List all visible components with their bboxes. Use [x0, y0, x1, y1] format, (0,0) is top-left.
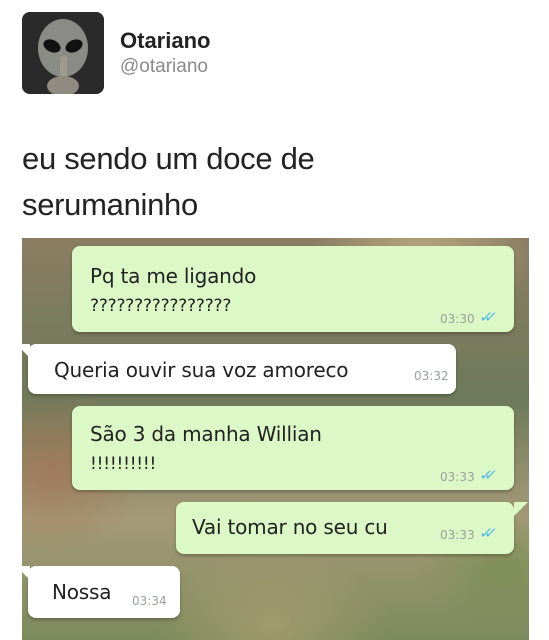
author-handle[interactable]: @otariano [120, 56, 208, 78]
read-receipt-icon: ✓✓ [478, 466, 492, 484]
bubble-tail [22, 344, 30, 358]
message-text: São 3 da manha Willian [90, 422, 322, 446]
avatar[interactable] [22, 12, 104, 94]
message-text: Queria ouvir sua voz amoreco [54, 358, 349, 382]
outgoing-message: Pq ta me ligando ???????????????? 03:30 … [72, 246, 514, 332]
tweet-text: eu sendo um doce de serumaninho [22, 136, 522, 228]
message-text: !!!!!!!!!! [90, 454, 157, 474]
tweet-text-line: serumaninho [22, 187, 198, 222]
outgoing-message: Vai tomar no seu cu 03:33 ✓✓ [176, 502, 514, 554]
tweet-header: Otariano @otariano [22, 12, 522, 96]
incoming-message: Queria ouvir sua voz amoreco 03:32 [28, 344, 456, 394]
incoming-message: Nossa 03:34 [28, 566, 180, 618]
bubble-tail [514, 502, 528, 516]
author-name[interactable]: Otariano [120, 28, 210, 54]
message-time: 03:34 [132, 594, 167, 608]
message-text: Vai tomar no seu cu [192, 515, 388, 539]
message-text: ???????????????? [90, 296, 232, 316]
message-time: 03:33 [440, 528, 475, 542]
message-text: Pq ta me ligando [90, 264, 257, 288]
read-receipt-icon: ✓✓ [478, 308, 492, 326]
message-time: 03:32 [414, 369, 449, 383]
message-time: 03:33 [440, 470, 475, 484]
bubble-tail [22, 566, 30, 580]
message-text: Nossa [52, 580, 112, 604]
read-receipt-icon: ✓✓ [478, 524, 492, 542]
message-time: 03:30 [440, 312, 475, 326]
tweet-text-line: eu sendo um doce de [22, 141, 315, 176]
alien-avatar-icon [22, 12, 104, 94]
chat-screenshot[interactable]: Pq ta me ligando ???????????????? 03:30 … [22, 238, 529, 640]
outgoing-message: São 3 da manha Willian !!!!!!!!!! 03:33 … [72, 406, 514, 490]
